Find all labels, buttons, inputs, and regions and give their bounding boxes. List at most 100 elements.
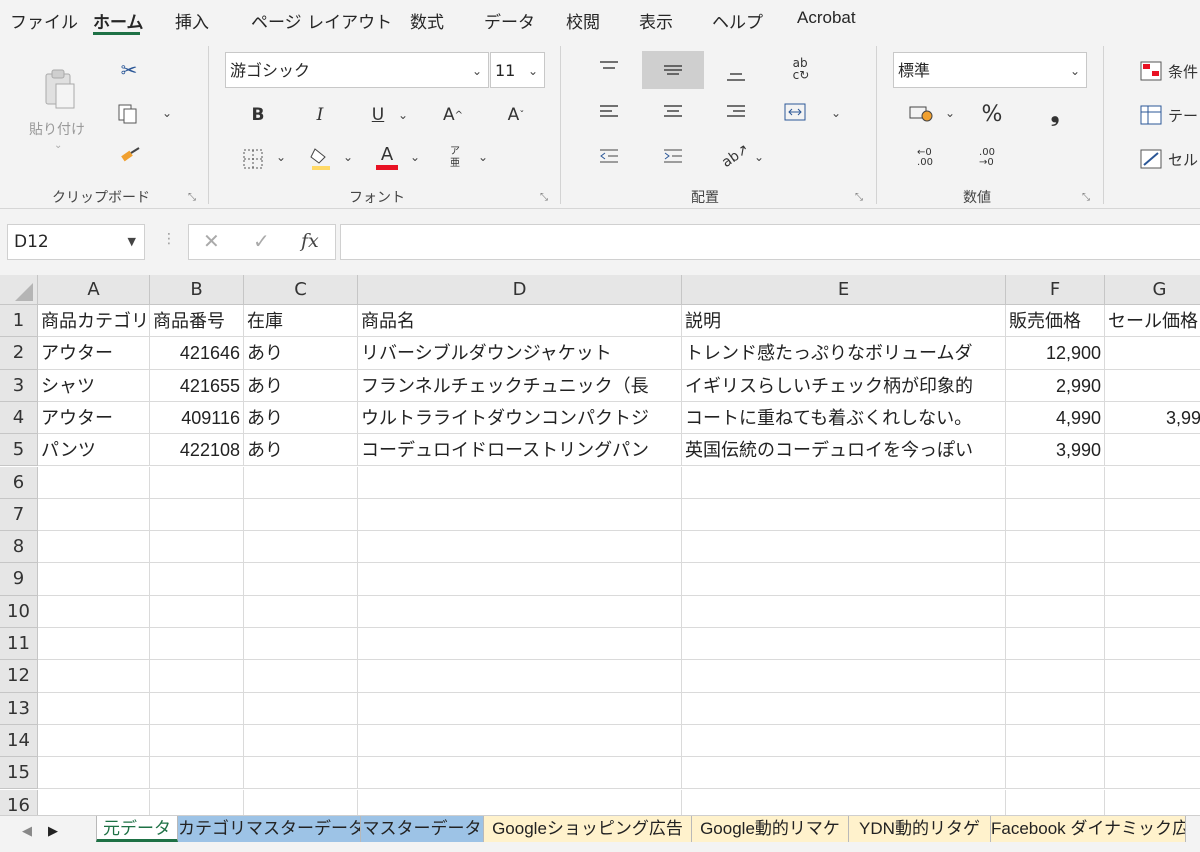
cell-a1[interactable]: 商品カテゴリ: [38, 305, 150, 338]
cell-a7[interactable]: [38, 498, 150, 532]
cell-e2[interactable]: トレンド感たっぷりなボリュームダ: [682, 337, 1006, 370]
cell-b12[interactable]: [150, 660, 244, 693]
cell-c4[interactable]: あり: [244, 401, 358, 435]
cell-b5[interactable]: 422108: [150, 434, 244, 467]
cancel-icon[interactable]: ✕: [203, 229, 220, 253]
orientation-button[interactable]: ab c↻: [786, 52, 816, 86]
tab-view[interactable]: 表示: [639, 8, 673, 33]
row-header-12[interactable]: 12: [0, 660, 38, 693]
bold-button[interactable]: B: [246, 102, 270, 128]
cell-c1[interactable]: 在庫: [244, 305, 358, 338]
column-header-a[interactable]: A: [38, 275, 150, 305]
cell-e9[interactable]: [682, 563, 1006, 596]
decrease-indent-button[interactable]: [595, 142, 623, 170]
cell-d8[interactable]: [358, 531, 682, 564]
tab-file[interactable]: ファイル: [10, 8, 78, 33]
number-format-select[interactable]: 標準 ⌄: [893, 52, 1087, 88]
cell-b16[interactable]: [150, 789, 244, 815]
cell-a6[interactable]: [38, 466, 150, 499]
cell-g16[interactable]: [1105, 790, 1200, 816]
cell-a5[interactable]: パンツ: [38, 434, 150, 467]
cell-d7[interactable]: [358, 498, 682, 532]
cell-f8[interactable]: [1006, 531, 1105, 564]
column-header-f[interactable]: F: [1006, 275, 1105, 305]
cell-g11[interactable]: [1105, 628, 1200, 661]
select-all-button[interactable]: [0, 275, 38, 305]
cell-a14[interactable]: [38, 724, 150, 758]
column-header-g[interactable]: G: [1105, 275, 1200, 305]
cell-b9[interactable]: [150, 563, 244, 596]
sheet-tab-1[interactable]: カテゴリマスターデータ: [178, 816, 361, 842]
cell-c12[interactable]: [244, 660, 358, 693]
cell-a4[interactable]: アウター: [38, 401, 150, 435]
tab-home[interactable]: ホーム: [93, 8, 144, 33]
cell-d3[interactable]: フランネルチェックチュニック（長: [358, 369, 682, 402]
cell-f15[interactable]: [1006, 757, 1105, 790]
accounting-format-button[interactable]: [905, 100, 937, 126]
fill-color-chevron-icon[interactable]: ⌄: [343, 150, 353, 164]
sheet-tab-2[interactable]: マスターデータ: [361, 816, 484, 842]
cell-e8[interactable]: [682, 531, 1006, 564]
cell-d16[interactable]: [358, 789, 682, 815]
fill-color-button[interactable]: [308, 144, 334, 172]
row-header-15[interactable]: 15: [0, 757, 38, 790]
cell-d11[interactable]: [358, 628, 682, 661]
align-center-button[interactable]: [659, 98, 687, 126]
font-name-select[interactable]: 游ゴシック ⌄: [225, 52, 489, 88]
cell-g15[interactable]: [1105, 757, 1200, 790]
cell-f12[interactable]: [1006, 660, 1105, 693]
column-header-b[interactable]: B: [150, 275, 244, 305]
cell-c14[interactable]: [244, 724, 358, 758]
cell-g1[interactable]: セール価格: [1105, 305, 1200, 338]
cell-d4[interactable]: ウルトラライトダウンコンパクトジ: [358, 401, 682, 435]
cell-g7[interactable]: [1105, 499, 1200, 532]
column-header-c[interactable]: C: [244, 275, 358, 305]
cell-d12[interactable]: [358, 660, 682, 693]
conditional-formatting-button[interactable]: 条件: [1140, 58, 1200, 84]
cell-a2[interactable]: アウター: [38, 337, 150, 370]
cell-e4[interactable]: コートに重ねても着ぶくれしない。: [682, 401, 1006, 435]
column-header-e[interactable]: E: [682, 275, 1006, 305]
tab-data[interactable]: データ: [484, 8, 535, 33]
cell-c13[interactable]: [244, 692, 358, 725]
cell-f11[interactable]: [1006, 628, 1105, 661]
cell-b7[interactable]: [150, 498, 244, 532]
tab-help[interactable]: ヘルプ: [712, 8, 763, 33]
cell-c8[interactable]: [244, 531, 358, 564]
cell-c16[interactable]: [244, 789, 358, 815]
cell-b1[interactable]: 商品番号: [150, 305, 244, 338]
scroll-tabs-left-icon[interactable]: ◀: [22, 824, 32, 839]
row-header-8[interactable]: 8: [0, 531, 38, 564]
cell-b4[interactable]: 409116: [150, 401, 244, 435]
row-header-11[interactable]: 11: [0, 628, 38, 661]
cell-f10[interactable]: [1006, 595, 1105, 628]
cell-g6[interactable]: [1105, 467, 1200, 499]
accounting-chevron-icon[interactable]: ⌄: [945, 106, 955, 120]
cell-e15[interactable]: [682, 757, 1006, 790]
scroll-tabs-right-icon[interactable]: ▶: [48, 824, 58, 839]
align-middle-button[interactable]: [642, 51, 704, 89]
format-as-table-button[interactable]: テー: [1140, 102, 1200, 128]
cell-f4[interactable]: 4,990: [1006, 401, 1105, 435]
cell-c2[interactable]: あり: [244, 337, 358, 370]
cell-b15[interactable]: [150, 757, 244, 790]
cell-g14[interactable]: [1105, 725, 1200, 758]
sheet-tab-3[interactable]: Googleショッピング広告: [484, 816, 692, 842]
phonetic-button[interactable]: ア 亜: [444, 142, 466, 174]
cell-e6[interactable]: [682, 466, 1006, 499]
row-header-9[interactable]: 9: [0, 563, 38, 596]
sheet-tab-0[interactable]: 元データ: [96, 816, 178, 842]
phonetic-chevron-icon[interactable]: ⌄: [478, 150, 488, 164]
sheet-tab-4[interactable]: Google動的リマケ: [692, 816, 849, 842]
cell-a8[interactable]: [38, 531, 150, 564]
cell-c11[interactable]: [244, 628, 358, 661]
cell-a16[interactable]: [38, 789, 150, 815]
column-header-d[interactable]: D: [358, 275, 682, 305]
cell-d9[interactable]: [358, 563, 682, 596]
increase-indent-button[interactable]: [659, 142, 687, 170]
insert-function-button[interactable]: fx: [301, 230, 319, 252]
number-launcher-icon[interactable]: ⤡: [1082, 192, 1090, 203]
row-header-13[interactable]: 13: [0, 692, 38, 725]
paste-button[interactable]: [30, 58, 90, 122]
cell-c15[interactable]: [244, 757, 358, 790]
